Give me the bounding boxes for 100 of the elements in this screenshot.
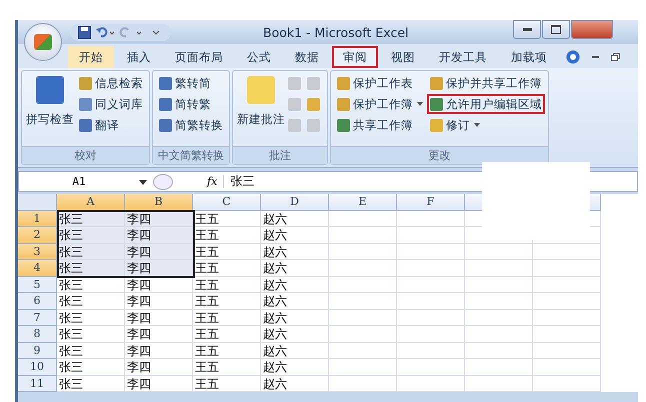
ribbon-button[interactable]: 拼写检查	[26, 74, 74, 127]
ribbon-button[interactable]: 同义词库	[77, 95, 145, 113]
ribbon-button[interactable]: 信息检索	[77, 74, 145, 92]
ribbon-tab[interactable]: 加载项	[500, 46, 558, 68]
help-icon[interactable]	[566, 50, 580, 64]
ribbon-button[interactable]: 繁转简	[157, 74, 225, 92]
command-icon	[36, 76, 64, 104]
table-cell: 王五	[193, 260, 261, 276]
ribbon-button[interactable]: 保护工作表	[335, 74, 425, 92]
table-cell: 赵六	[261, 310, 329, 326]
ribbon-button[interactable]: 简繁转换	[157, 116, 225, 134]
ribbon-tab[interactable]: 数据	[284, 46, 330, 68]
table-cell: 李四	[125, 260, 193, 276]
row-header[interactable]: 3	[18, 244, 57, 260]
comment-tool-icon[interactable]	[307, 95, 323, 113]
table-cell: 赵六	[261, 376, 329, 392]
column-header[interactable]: E	[329, 194, 397, 210]
table-cell: 张三	[57, 260, 125, 276]
group-label: 更改	[331, 146, 548, 164]
save-icon[interactable]	[78, 26, 91, 38]
row-header[interactable]: 10	[18, 359, 57, 376]
ribbon-button[interactable]: 共享工作簿	[335, 116, 425, 134]
table-cell: 王五	[193, 359, 261, 376]
table-cell: 张三	[57, 326, 125, 342]
row-header[interactable]: 2	[18, 227, 57, 244]
table-cell	[329, 227, 397, 244]
ribbon-button[interactable]: 翻译	[77, 116, 145, 134]
table-cell: 张三	[57, 376, 125, 392]
row-header[interactable]: 6	[18, 293, 57, 310]
table-cell: 赵六	[261, 342, 329, 359]
ribbon-button[interactable]: 修订	[428, 116, 544, 134]
table-cell	[397, 260, 465, 276]
table-cell: 王五	[193, 326, 261, 342]
ribbon-button[interactable]: 保护工作簿	[335, 95, 425, 113]
table-cell	[533, 276, 601, 293]
ribbon-button[interactable]: 保护并共享工作簿	[428, 74, 544, 92]
table-cell: 李四	[125, 342, 193, 359]
ribbon-tab[interactable]: 开始	[68, 46, 114, 68]
table-cell: 赵六	[261, 359, 329, 376]
ribbon-button[interactable]: 允许用户编辑区域	[428, 95, 544, 113]
table-cell: 李四	[125, 326, 193, 342]
table-cell	[465, 244, 533, 260]
minimize-button[interactable]	[513, 20, 541, 38]
table-cell	[465, 260, 533, 276]
undo-icon[interactable]	[95, 26, 115, 38]
ribbon-tab[interactable]: 页面布局	[164, 46, 234, 68]
column-header[interactable]: A	[57, 194, 125, 210]
window-title: Book1 - Microsoft Excel	[263, 24, 408, 40]
table-cell: 张三	[57, 276, 125, 293]
table-cell	[397, 244, 465, 260]
table-cell	[329, 359, 397, 376]
table-cell: 赵六	[261, 210, 329, 227]
row-header[interactable]: 11	[18, 376, 57, 392]
column-header[interactable]: D	[261, 194, 329, 210]
column-header[interactable]: F	[397, 194, 465, 210]
table-cell	[397, 293, 465, 310]
table-cell	[329, 293, 397, 310]
table-cell	[397, 326, 465, 342]
row-header[interactable]: 4	[18, 260, 57, 276]
table-cell: 李四	[125, 310, 193, 326]
select-all-button[interactable]	[18, 194, 57, 210]
table-cell: 王五	[193, 310, 261, 326]
table-cell: 赵六	[261, 260, 329, 276]
table-cell	[465, 342, 533, 359]
table-cell	[329, 276, 397, 293]
ribbon-tab[interactable]: 开发工具	[428, 46, 498, 68]
table-cell: 李四	[125, 244, 193, 260]
row-header[interactable]: 8	[18, 326, 57, 342]
table-cell	[533, 359, 601, 376]
ribbon-button[interactable]: 新建批注	[237, 74, 285, 127]
table-cell	[465, 326, 533, 342]
table-cell: 李四	[125, 293, 193, 310]
restore-icon[interactable]	[611, 53, 620, 61]
table-cell: 李四	[125, 359, 193, 376]
table-cell: 张三	[57, 244, 125, 260]
table-cell: 赵六	[261, 227, 329, 244]
ribbon-tab[interactable]: 视图	[380, 46, 426, 68]
column-header[interactable]: C	[193, 194, 261, 210]
table-cell	[397, 210, 465, 227]
table-cell	[329, 376, 397, 392]
ribbon-tab[interactable]: 公式	[236, 46, 282, 68]
table-cell	[465, 376, 533, 392]
table-cell	[329, 260, 397, 276]
table-cell	[397, 376, 465, 392]
maximize-button[interactable]	[542, 20, 570, 38]
group-label: 校对	[22, 146, 149, 164]
column-header[interactable]: B	[125, 194, 193, 210]
ribbon-tab[interactable]: 审阅	[332, 46, 378, 68]
row-header[interactable]: 7	[18, 310, 57, 326]
table-cell	[397, 227, 465, 244]
table-cell: 张三	[57, 227, 125, 244]
row-header[interactable]: 9	[18, 342, 57, 359]
row-header[interactable]: 5	[18, 276, 57, 293]
row-header[interactable]: 1	[18, 210, 57, 227]
table-cell: 张三	[57, 310, 125, 326]
table-cell: 李四	[125, 276, 193, 293]
ribbon-tab[interactable]: 插入	[116, 46, 162, 68]
ribbon-button[interactable]: 简转繁	[157, 95, 225, 113]
table-cell	[397, 310, 465, 326]
table-cell	[329, 310, 397, 326]
